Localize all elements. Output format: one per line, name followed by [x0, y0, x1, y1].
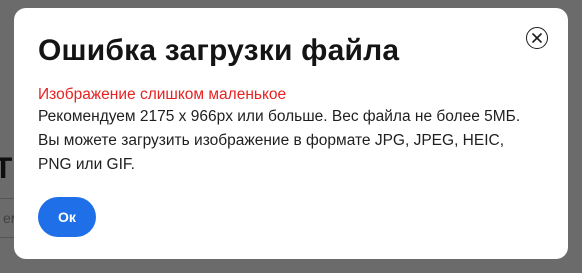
description-line: PNG или GIF. — [38, 156, 135, 173]
dialog-title: Ошибка загрузки файла — [38, 34, 400, 67]
ok-button[interactable]: Ок — [38, 197, 96, 237]
close-icon — [531, 32, 542, 43]
upload-error-dialog: Ошибка загрузки файла Изображение слишко… — [14, 8, 568, 259]
close-button[interactable] — [526, 27, 548, 49]
description-line: Рекомендуем 2175 x 966px или больше. Вес… — [38, 108, 521, 125]
description-line: Вы можете загрузить изображение в формат… — [38, 132, 505, 149]
error-message: Изображение слишком маленькое — [38, 86, 287, 103]
